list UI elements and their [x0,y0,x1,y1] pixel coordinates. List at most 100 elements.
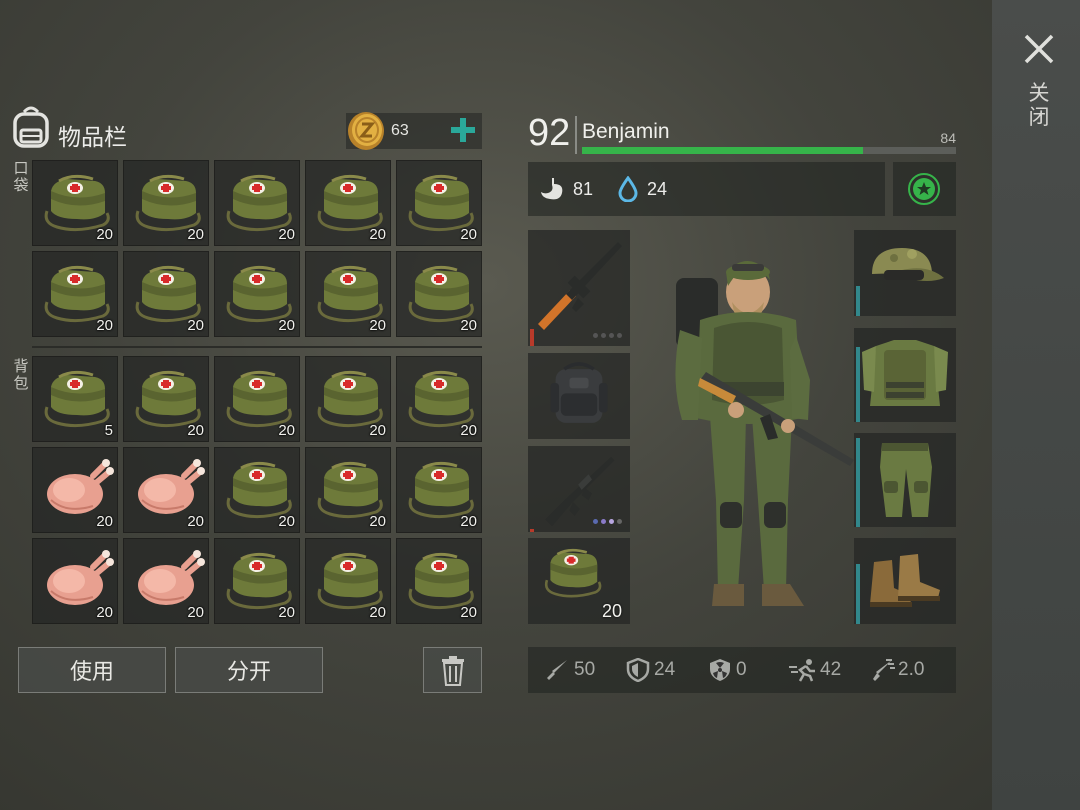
inventory-slot[interactable]: 20 [32,538,118,624]
thirst-value: 24 [647,179,668,199]
add-coins-icon[interactable] [448,115,478,145]
close-label[interactable]: 关闭 [1026,82,1052,130]
medkit-bag-icon [317,370,383,428]
item-quantity: 20 [278,604,295,621]
item-quantity: 20 [278,226,295,243]
inventory-slot[interactable]: 20 [305,538,391,624]
item-quantity: 20 [187,226,204,243]
inventory-slot[interactable]: 20 [305,356,391,442]
armor-slot[interactable] [854,433,956,527]
medkit-bag-icon [317,461,383,519]
inventory-slot[interactable]: 20 [305,251,391,337]
weapon-slot[interactable] [528,230,630,346]
weapon-slot[interactable] [528,446,630,532]
inventory-slot[interactable]: 20 [32,447,118,533]
item-quantity: 20 [96,604,113,621]
armor-slot[interactable] [854,328,956,422]
item-quantity: 20 [96,226,113,243]
roast-chicken-icon [47,459,114,514]
medkit-bag-icon [135,265,201,323]
armor-slot[interactable] [854,538,956,624]
split-button[interactable]: 分开 [175,647,323,693]
medkit-bag-icon [135,174,201,232]
coin-counter: 63 [346,112,482,150]
character-model [675,261,854,606]
item-quantity: 20 [96,513,113,530]
inventory-slot[interactable]: 20 [305,160,391,246]
inventory-slot[interactable]: 20 [123,356,209,442]
weapon-slot[interactable]: 20 [528,538,630,624]
attachment-dots [593,519,622,524]
camo-pants-icon [880,443,932,517]
section-divider [32,346,482,348]
inventory-slot[interactable]: 20 [123,538,209,624]
water-drop-icon [618,176,638,202]
assault-rifle-icon [545,456,615,527]
skills-button[interactable] [893,162,956,216]
coin-value: 63 [391,122,409,139]
item-quantity: 20 [460,317,477,334]
inventory-slot[interactable]: 20 [214,356,300,442]
medkit-bag-icon [317,552,383,610]
xp-value: 84 [940,130,956,146]
item-quantity: 20 [187,317,204,334]
inventory-slot[interactable]: 20 [32,160,118,246]
inventory-slot[interactable]: 5 [32,356,118,442]
item-quantity: 20 [278,317,295,334]
medkit-bag-icon [226,552,292,610]
hunger-value: 81 [573,179,594,199]
stats-bar: 50 24 0 42 2.0 [528,647,956,693]
item-quantity: 20 [460,422,477,439]
star-badge-icon [908,173,940,205]
inventory-slot[interactable]: 20 [214,538,300,624]
close-icon[interactable] [1020,30,1058,68]
shield-icon [626,658,650,682]
inventory-slot[interactable]: 20 [214,160,300,246]
medkit-bag-icon [408,370,474,428]
inventory-slot[interactable]: 20 [32,251,118,337]
medkit-bag-icon [226,174,292,232]
item-quantity: 20 [369,226,386,243]
roast-chicken-icon [138,459,205,514]
roast-chicken-icon [47,550,114,605]
weapon-slot[interactable] [528,353,630,439]
medkit-bag-icon [226,461,292,519]
inventory-slot[interactable]: 20 [123,160,209,246]
item-quantity: 20 [460,226,477,243]
inventory-slot[interactable]: 20 [214,447,300,533]
inventory-slot[interactable]: 20 [396,447,482,533]
item-quantity: 20 [187,422,204,439]
stomach-icon [541,178,563,200]
inventory-slot[interactable]: 20 [305,447,391,533]
attachment-dots [593,333,622,338]
inventory-slot[interactable]: 20 [396,160,482,246]
inventory-slot[interactable]: 20 [123,447,209,533]
item-quantity: 20 [601,601,622,621]
medkit-bag-icon [317,174,383,232]
inventory-slot[interactable]: 20 [396,356,482,442]
use-button[interactable]: 使用 [18,647,166,693]
durability-bar [530,329,534,346]
item-quantity: 20 [96,317,113,334]
defense-value: 24 [654,659,676,680]
boots-icon [870,554,940,607]
durability-bar [530,529,534,532]
running-icon [789,659,815,682]
backpack-label: 背包 [13,358,29,392]
medkit-bag-icon [44,174,110,232]
discard-button[interactable] [423,647,482,693]
inventory-slot[interactable]: 20 [396,251,482,337]
inventory-slot[interactable]: 20 [396,538,482,624]
speed-value: 42 [820,659,842,680]
character-name: Benjamin [582,120,670,143]
armor-slot[interactable] [854,230,956,316]
medkit-bag-icon [408,461,474,519]
item-quantity: 20 [187,513,204,530]
trash-icon [442,656,464,686]
medkit-bag-icon [44,370,110,428]
inventory-slot[interactable]: 20 [214,251,300,337]
inventory-title: 物品栏 [58,124,127,150]
item-quantity: 20 [369,513,386,530]
radiation-shield-icon [710,659,730,681]
inventory-slot[interactable]: 20 [123,251,209,337]
